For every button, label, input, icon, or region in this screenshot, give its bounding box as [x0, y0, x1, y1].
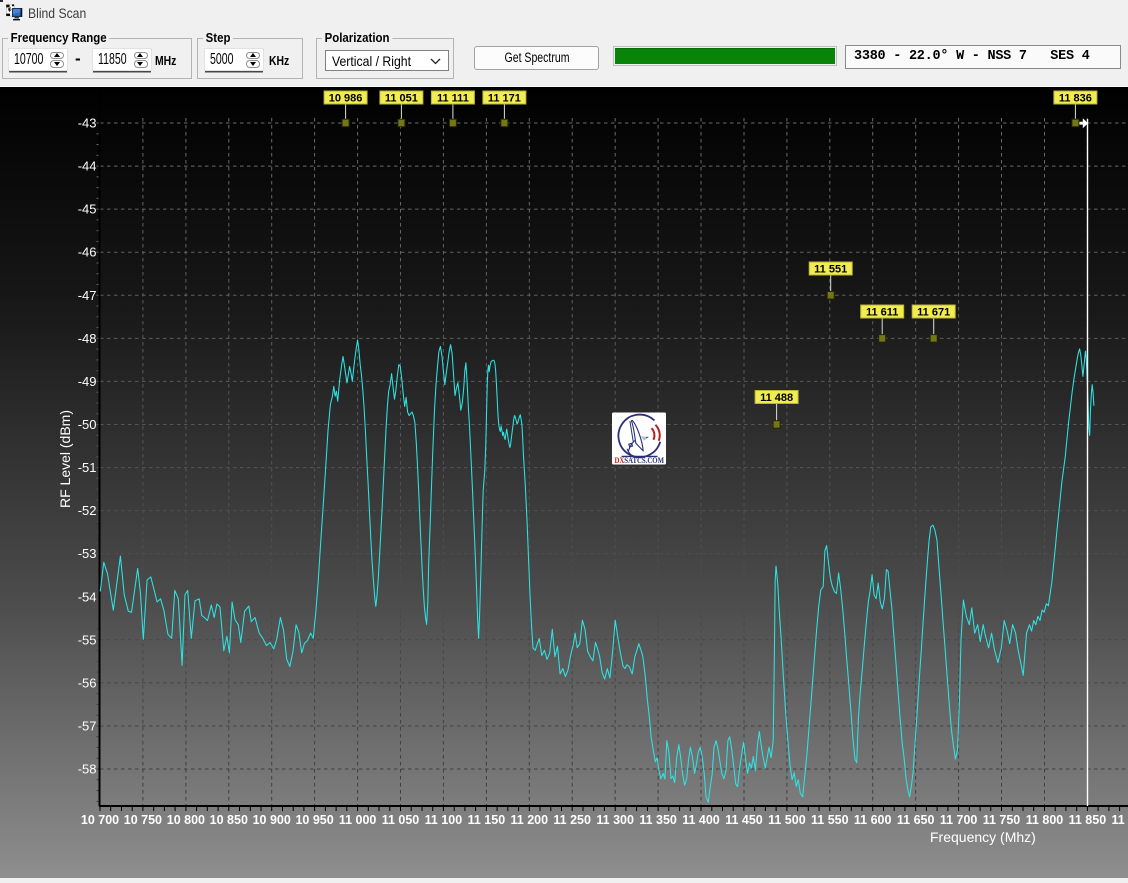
svg-text:-51: -51	[78, 460, 97, 475]
svg-text:-49: -49	[78, 374, 97, 389]
svg-text:-58: -58	[78, 762, 97, 777]
svg-text:Frequency (Mhz): Frequency (Mhz)	[930, 829, 1036, 845]
svg-text:11 450: 11 450	[725, 813, 763, 827]
svg-text:-44: -44	[78, 159, 97, 174]
svg-text:DXSATCS.COM: DXSATCS.COM	[615, 456, 665, 465]
svg-text:11 171: 11 171	[488, 93, 521, 105]
svg-text:10 750: 10 750	[124, 813, 162, 827]
svg-text:-46: -46	[78, 245, 97, 260]
svg-text:11 100: 11 100	[425, 813, 463, 827]
svg-text:11 488: 11 488	[760, 392, 793, 404]
svg-text:11 051: 11 051	[385, 93, 418, 105]
svg-text:-53: -53	[78, 546, 97, 561]
svg-text:-48: -48	[78, 331, 97, 346]
svg-text:11 250: 11 250	[553, 813, 591, 827]
svg-text:11 671: 11 671	[917, 307, 950, 319]
svg-text:-57: -57	[78, 719, 97, 734]
svg-text:10 986: 10 986	[329, 93, 363, 105]
svg-text:11 900: 11 900	[1112, 813, 1128, 827]
svg-text:11 700: 11 700	[940, 813, 978, 827]
svg-text:11 200: 11 200	[511, 813, 549, 827]
svg-text:10 700: 10 700	[81, 813, 119, 827]
svg-text:11 750: 11 750	[983, 813, 1021, 827]
svg-text:11 111: 11 111	[437, 93, 469, 105]
svg-text:-54: -54	[78, 589, 97, 604]
svg-text:11 300: 11 300	[596, 813, 634, 827]
svg-text:-47: -47	[78, 288, 97, 303]
svg-text:11 000: 11 000	[339, 813, 377, 827]
svg-text:RF Level (dBm): RF Level (dBm)	[57, 410, 73, 508]
svg-text:-43: -43	[78, 116, 97, 131]
svg-text:11 850: 11 850	[1069, 813, 1107, 827]
svg-text:10 850: 10 850	[210, 813, 248, 827]
svg-text:-52: -52	[78, 503, 97, 518]
svg-text:11 400: 11 400	[682, 813, 720, 827]
svg-text:-56: -56	[78, 675, 97, 690]
svg-text:11 800: 11 800	[1026, 813, 1064, 827]
svg-text:-50: -50	[78, 417, 97, 432]
svg-text:10 900: 10 900	[253, 813, 291, 827]
svg-text:11 611: 11 611	[866, 307, 898, 319]
svg-text:11 550: 11 550	[811, 813, 849, 827]
svg-text:11 600: 11 600	[854, 813, 892, 827]
svg-text:10 950: 10 950	[295, 813, 333, 827]
svg-text:11 350: 11 350	[639, 813, 677, 827]
svg-text:11 836: 11 836	[1059, 93, 1092, 105]
svg-text:11 650: 11 650	[897, 813, 935, 827]
svg-text:-55: -55	[78, 632, 97, 647]
svg-text:-45: -45	[78, 202, 97, 217]
svg-text:11 551: 11 551	[814, 264, 847, 276]
svg-text:11 150: 11 150	[468, 813, 506, 827]
svg-text:11 500: 11 500	[768, 813, 806, 827]
svg-text:10 800: 10 800	[167, 813, 205, 827]
svg-text:11 050: 11 050	[382, 813, 420, 827]
